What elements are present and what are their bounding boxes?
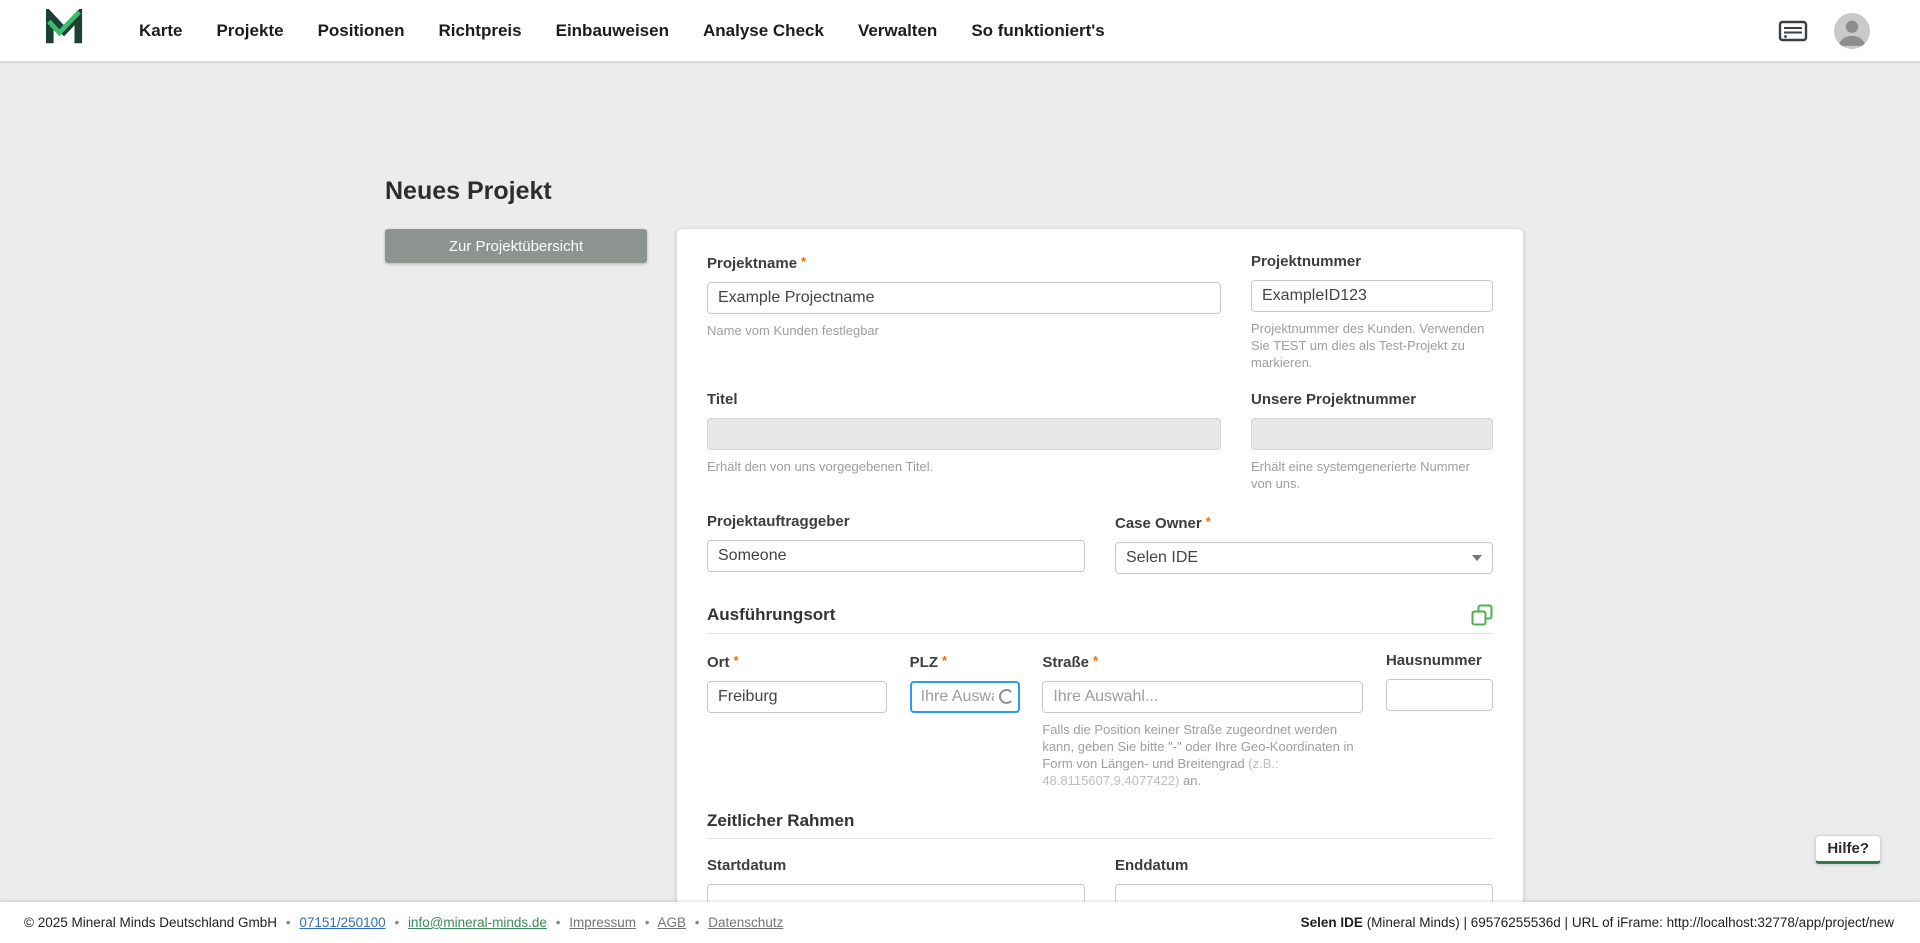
projektnummer-input[interactable]	[1251, 280, 1493, 312]
required-asterisk: *	[1205, 514, 1211, 529]
required-asterisk: *	[1093, 653, 1099, 668]
new-project-form-card: Projektname* Name vom Kunden festlegbar …	[677, 229, 1523, 942]
required-asterisk: *	[942, 653, 948, 668]
help-button[interactable]: Hilfe?	[1815, 835, 1881, 864]
session-info: (Mineral Minds) | 69576255536d | URL of …	[1362, 915, 1894, 930]
required-asterisk: *	[733, 653, 739, 668]
nav-item-projekte[interactable]: Projekte	[199, 21, 300, 41]
strasse-helper: Falls die Position keiner Straße zugeord…	[1042, 722, 1354, 788]
projektname-helper: Name vom Kunden festlegbar	[707, 323, 879, 338]
startdatum-label: Startdatum	[707, 857, 787, 874]
projektname-input[interactable]	[707, 282, 1221, 314]
enddatum-label: Enddatum	[1115, 857, 1189, 874]
ausfuehrungsort-heading: Ausführungsort	[707, 605, 836, 624]
unsere-projektnummer-label: Unsere Projektnummer	[1251, 391, 1417, 408]
main-nav: Karte Projekte Positionen Richtpreis Ein…	[122, 21, 1122, 41]
footer-left: © 2025 Mineral Minds Deutschland GmbH • …	[24, 915, 784, 930]
nav-item-so-funktionierts[interactable]: So funktioniert's	[954, 21, 1121, 41]
field-titel: Titel Erhält den von uns vorgegebenen Ti…	[707, 391, 1221, 475]
required-asterisk: *	[801, 254, 807, 269]
field-projektnummer: Projektnummer Projektnummer des Kunden. …	[1251, 253, 1493, 371]
agb-link[interactable]: AGB	[658, 915, 687, 930]
unsere-projektnummer-input	[1251, 418, 1493, 450]
logo-icon	[44, 6, 86, 52]
projektnummer-helper: Projektnummer des Kunden. Verwenden Sie …	[1251, 321, 1485, 370]
session-user: Selen IDE	[1300, 915, 1363, 930]
row-address: Ort* PLZ* Straße* Falls die Position kei…	[707, 652, 1493, 789]
impressum-link[interactable]: Impressum	[569, 915, 636, 930]
titel-helper: Erhält den von uns vorgegebenen Titel.	[707, 459, 934, 474]
projektname-label: Projektname *	[707, 254, 807, 272]
server-icon[interactable]	[1778, 19, 1808, 43]
row-projektname-projektnummer: Projektname* Name vom Kunden festlegbar …	[707, 253, 1493, 371]
titel-label: Titel	[707, 391, 738, 408]
plz-label: PLZ *	[909, 653, 948, 671]
projektnummer-label: Projektnummer	[1251, 253, 1362, 270]
projektauftraggeber-label: Projektauftraggeber	[707, 513, 850, 530]
ort-label: Ort *	[707, 653, 739, 671]
unsere-projektnummer-helper: Erhält eine systemgenerierte Nummer von …	[1251, 459, 1470, 491]
titel-input	[707, 418, 1221, 450]
field-projektname: Projektname* Name vom Kunden festlegbar	[707, 253, 1221, 339]
footer: © 2025 Mineral Minds Deutschland GmbH • …	[0, 902, 1920, 943]
case-owner-label: Case Owner *	[1115, 514, 1211, 532]
section-ausfuehrungsort-header: Ausführungsort	[707, 604, 1493, 626]
field-strasse: Straße* Falls die Position keiner Straße…	[1042, 652, 1364, 789]
project-overview-button[interactable]: Zur Projektübersicht	[385, 229, 647, 263]
row-auftraggeber-caseowner: Projektauftraggeber Case Owner* Selen ID…	[707, 513, 1493, 574]
hausnummer-label: Hausnummer	[1385, 652, 1482, 669]
section-divider	[707, 633, 1493, 634]
datenschutz-link[interactable]: Datenschutz	[708, 915, 783, 930]
hausnummer-input[interactable]	[1385, 679, 1493, 711]
page-content: Neues Projekt Zur Projektübersicht Proje…	[0, 61, 1920, 942]
copyright-text: © 2025 Mineral Minds Deutschland GmbH	[24, 915, 278, 930]
footer-right: Selen IDE (Mineral Minds) | 69576255536d…	[1301, 915, 1894, 930]
loading-spinner-icon	[998, 689, 1014, 704]
section-divider	[707, 838, 1493, 839]
case-owner-select[interactable]: Selen IDE	[1115, 542, 1493, 574]
user-avatar-icon[interactable]	[1834, 12, 1870, 49]
field-hausnummer: Hausnummer	[1385, 652, 1493, 711]
email-link[interactable]: info@mineral-minds.de	[408, 915, 547, 930]
page-title: Neues Projekt	[385, 177, 552, 205]
section-zeitlicher-rahmen-header: Zeitlicher Rahmen	[707, 811, 1493, 831]
app-logo[interactable]	[44, 6, 86, 52]
ort-input[interactable]	[707, 681, 887, 713]
field-plz: PLZ *	[909, 652, 1020, 713]
zeitlicher-rahmen-heading: Zeitlicher Rahmen	[707, 811, 855, 830]
strasse-label: Straße *	[1042, 653, 1099, 671]
field-case-owner: Case Owner * Selen IDE	[1115, 513, 1493, 574]
nav-item-karte[interactable]: Karte	[122, 21, 199, 41]
nav-item-analyse-check[interactable]: Analyse Check	[686, 21, 841, 41]
case-owner-value: Selen IDE	[1126, 549, 1199, 566]
copy-icon[interactable]	[1471, 604, 1493, 626]
phone-link[interactable]: 07151/250100	[299, 915, 385, 930]
field-unsere-projektnummer: Unsere Projektnummer Erhält eine systemg…	[1251, 391, 1493, 492]
projektauftraggeber-input[interactable]	[707, 540, 1085, 572]
nav-item-richtpreis[interactable]: Richtpreis	[421, 21, 538, 41]
header-actions	[1778, 12, 1870, 49]
nav-item-positionen[interactable]: Positionen	[301, 21, 422, 41]
chevron-down-icon	[1472, 555, 1482, 561]
row-titel-unsere-projektnummer: Titel Erhält den von uns vorgegebenen Ti…	[707, 391, 1493, 492]
field-projektauftraggeber: Projektauftraggeber	[707, 513, 1085, 572]
field-ort: Ort *	[707, 652, 887, 713]
nav-item-verwalten[interactable]: Verwalten	[841, 21, 954, 41]
nav-item-einbauweisen[interactable]: Einbauweisen	[539, 21, 686, 41]
top-navbar: Karte Projekte Positionen Richtpreis Ein…	[0, 0, 1920, 61]
strasse-input[interactable]	[1042, 681, 1364, 713]
